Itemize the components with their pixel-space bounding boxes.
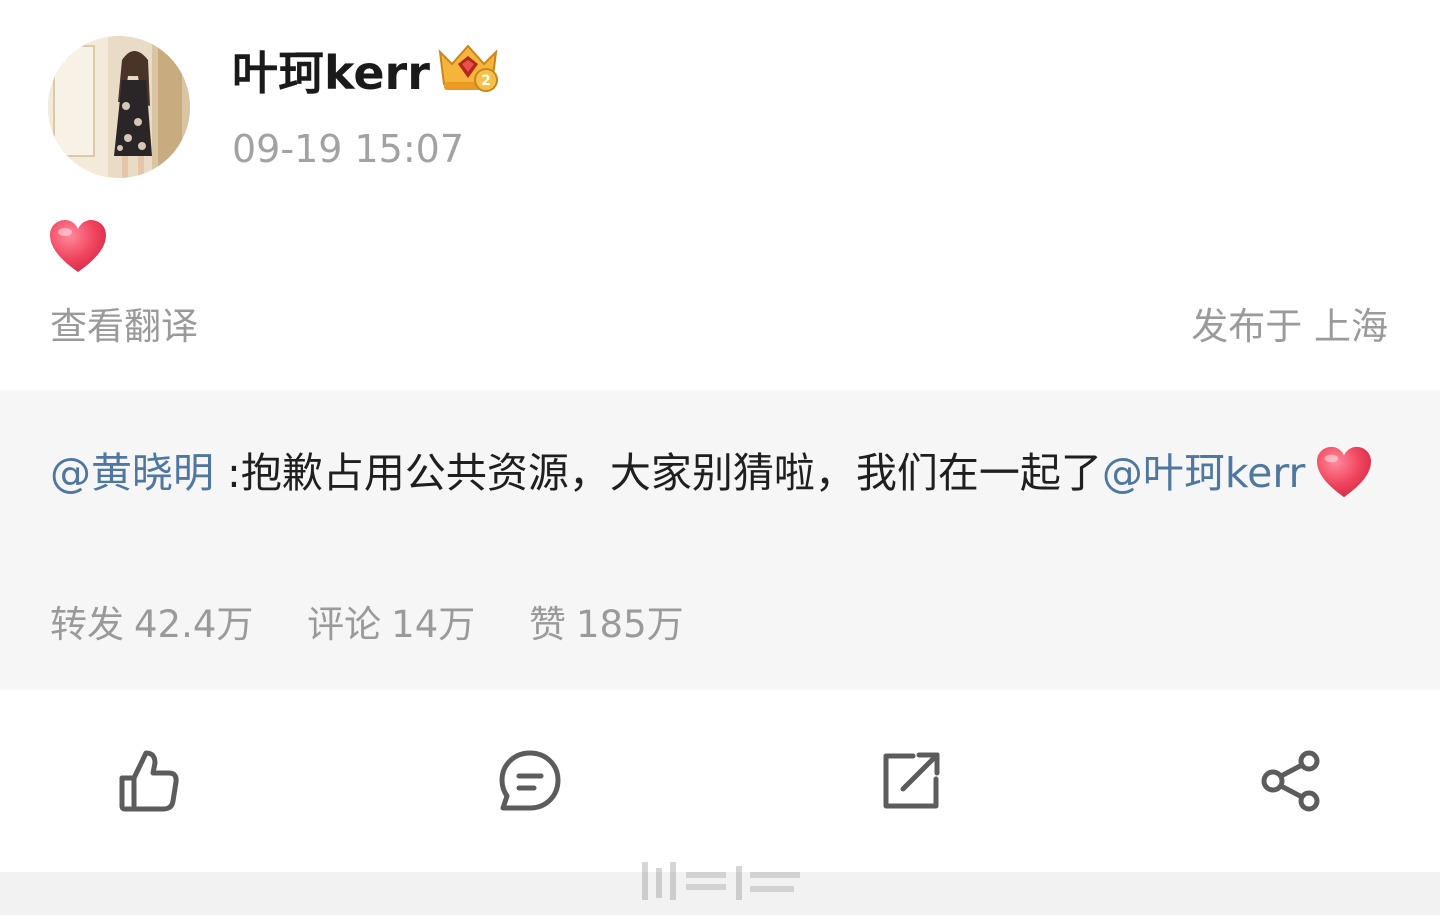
comment-button[interactable] (497, 746, 563, 816)
repost-count[interactable]: 转发 42.4万 (50, 600, 253, 650)
stat-value: 185万 (576, 603, 684, 646)
avatar[interactable] (48, 36, 190, 178)
post-location: 发布于 上海 (1191, 305, 1388, 348)
share-nodes-icon (1261, 750, 1320, 812)
reposted-text: @黄晓明 :抱歉占用公共资源，大家别猜啦，我们在一起了@叶珂kerr (50, 430, 1390, 516)
stat-label: 评论 (307, 603, 382, 646)
red-heart-emoji (1315, 442, 1373, 498)
tail-mention-link[interactable]: @叶珂kerr (1102, 449, 1306, 497)
username[interactable]: 叶珂kerr (232, 40, 430, 106)
repost-button[interactable] (878, 746, 944, 816)
watermark-logo (636, 858, 804, 904)
share-button[interactable] (1259, 746, 1325, 816)
stat-value: 42.4万 (134, 603, 254, 646)
comment-count[interactable]: 评论 14万 (307, 600, 475, 650)
like-count[interactable]: 赞 185万 (529, 600, 684, 650)
stat-value: 14万 (391, 603, 476, 646)
comment-bubble-icon (499, 750, 561, 811)
red-heart-emoji (48, 218, 108, 274)
stat-label: 赞 (529, 603, 567, 646)
view-translation-link[interactable]: 查看翻译 (50, 302, 198, 352)
repost-arrow-icon (883, 752, 940, 809)
crown-diamond-vip-icon[interactable]: 2 (434, 40, 502, 96)
reposted-weibo-card[interactable]: @黄晓明 :抱歉占用公共资源，大家别猜啦，我们在一起了@叶珂kerr 转发 42.… (0, 390, 1440, 690)
repost-stats: 转发 42.4万 评论 14万 赞 185万 (50, 600, 726, 650)
like-button[interactable] (116, 746, 182, 816)
thumbs-up-icon (119, 750, 179, 812)
weibo-post-detail: 叶珂kerr 2 09-19 15:07 查看翻译 发布于 上海 @黄晓明:抱… (0, 0, 1440, 915)
svg-text:2: 2 (481, 73, 491, 89)
stat-label: 转发 (50, 603, 124, 646)
reposted-body: :抱歉占用公共资源，大家别猜啦，我们在一起了 (214, 449, 1102, 497)
post-timestamp: 09-19 15:07 (232, 127, 465, 171)
author-mention-link[interactable]: @黄晓明 (50, 449, 214, 497)
